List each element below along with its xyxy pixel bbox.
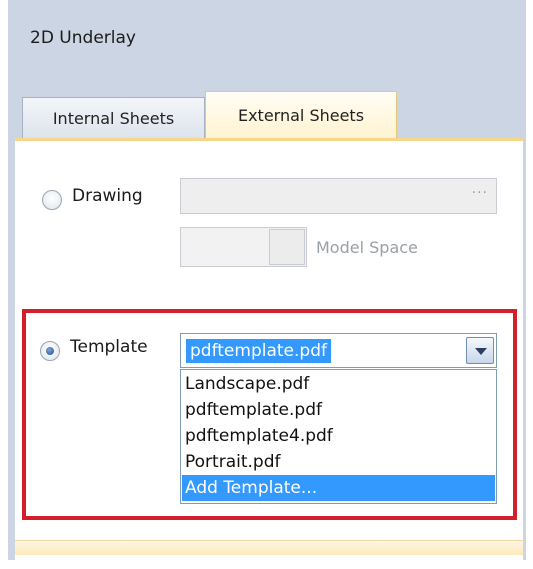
tab-external-sheets[interactable]: External Sheets [205,91,397,139]
panel-bottom-strip [15,540,523,555]
tab-internal-sheets[interactable]: Internal Sheets [22,97,205,139]
combobox-dropdown-button[interactable] [466,337,494,364]
template-radio[interactable] [40,341,60,361]
drawing-radio[interactable] [42,190,62,210]
underlay-panel: 2D Underlay Internal Sheets External She… [0,0,533,569]
template-combobox[interactable]: pdftemplate.pdf [180,333,497,368]
chevron-down-icon [475,348,487,355]
template-label: Template [70,337,148,357]
drawing-label: Drawing [72,186,143,206]
space-selector-box [180,227,307,267]
template-combobox-value: pdftemplate.pdf [186,339,331,363]
space-toggle-button [269,229,305,265]
template-option-pdftemplate[interactable]: pdftemplate.pdf [182,397,495,423]
template-option-add-template[interactable]: Add Template... [182,475,495,501]
panel-title: 2D Underlay [30,28,136,48]
drawing-path-field: ··· [180,178,497,214]
template-option-portrait[interactable]: Portrait.pdf [182,449,495,475]
template-radio-dot [46,347,54,355]
template-option-pdftemplate4[interactable]: pdftemplate4.pdf [182,423,495,449]
template-option-landscape[interactable]: Landscape.pdf [182,371,495,397]
browse-ellipsis-button: ··· [471,185,488,201]
model-space-label: Model Space [316,238,418,257]
template-dropdown-list: Landscape.pdf pdftemplate.pdf pdftemplat… [180,369,497,504]
